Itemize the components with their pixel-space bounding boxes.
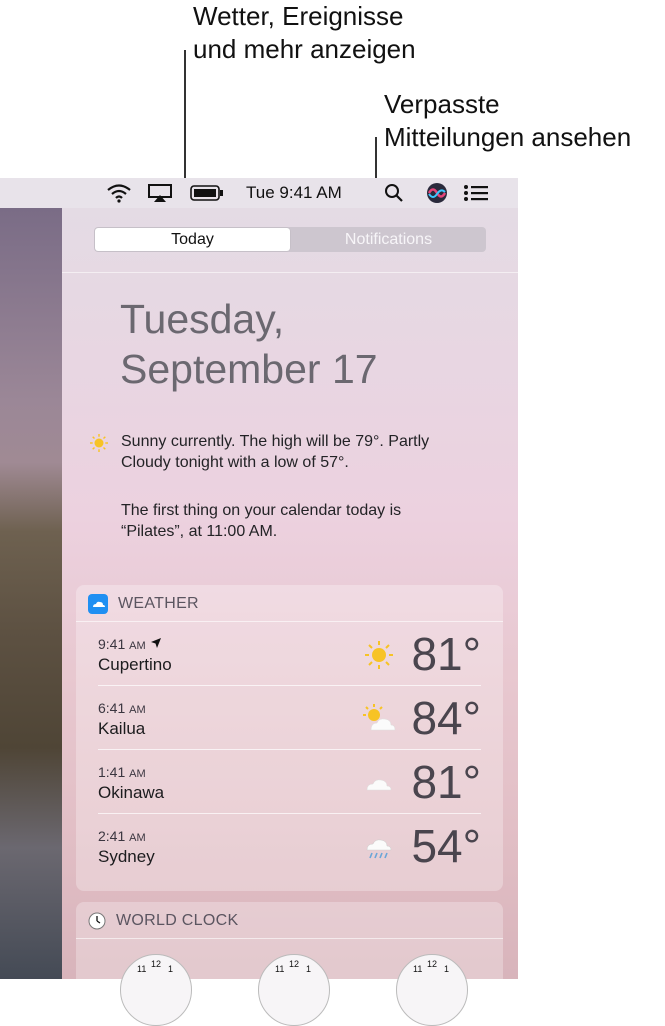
callout-notifications-line1: Verpasste bbox=[384, 89, 500, 119]
spotlight-search-icon[interactable] bbox=[384, 178, 404, 208]
date-weekday: Tuesday, bbox=[120, 296, 285, 342]
notification-center-icon[interactable] bbox=[463, 178, 489, 208]
location-arrow-icon bbox=[150, 638, 161, 648]
weather-row-time: 9:41 AM bbox=[98, 636, 162, 652]
weather-row-city: Okinawa bbox=[98, 783, 165, 802]
battery-icon[interactable] bbox=[190, 178, 224, 208]
desktop-wallpaper bbox=[0, 208, 62, 979]
weather-widget-header: WEATHER bbox=[88, 594, 199, 614]
callout-today-line2: und mehr anzeigen bbox=[193, 34, 416, 64]
wifi-icon[interactable] bbox=[106, 178, 132, 208]
date-month-day: September 17 bbox=[120, 346, 378, 392]
analog-clock: 11 12 1 bbox=[258, 954, 330, 1026]
weather-row-temperature: 84° bbox=[411, 692, 481, 744]
world-clock-header-divider bbox=[76, 938, 503, 939]
today-date: Tuesday, September 17 bbox=[120, 294, 378, 394]
tab-notifications[interactable]: Notifications bbox=[291, 227, 486, 252]
weather-row-time: 6:41 AM bbox=[98, 700, 146, 716]
header-divider bbox=[62, 272, 518, 273]
sun-icon bbox=[365, 641, 393, 669]
callout-today-line1: Wetter, Ereignisse bbox=[193, 1, 404, 31]
weather-row-time: 2:41 AM bbox=[98, 828, 146, 844]
callout-today-description: Wetter, Ereignisse und mehr anzeigen bbox=[193, 0, 416, 66]
analog-clock: 11 12 1 bbox=[396, 954, 468, 1026]
weather-row-temperature: 54° bbox=[411, 820, 481, 872]
menubar-clock[interactable]: Tue 9:41 AM bbox=[246, 178, 342, 208]
cloud-icon bbox=[366, 779, 392, 791]
world-clock-widget-header: WORLD CLOCK bbox=[88, 911, 238, 931]
sun-icon bbox=[90, 434, 108, 452]
menu-bar: Tue 9:41 AM bbox=[0, 178, 518, 208]
weather-row-temperature: 81° bbox=[411, 756, 481, 808]
weather-row-city: Cupertino bbox=[98, 655, 172, 674]
notification-center-panel: Today Notifications Tuesday, September 1… bbox=[62, 208, 518, 1026]
weather-row-city: Sydney bbox=[98, 847, 155, 866]
callout-notifications-line2: Mitteilungen ansehen bbox=[384, 122, 632, 152]
analog-clock: 11 12 1 bbox=[120, 954, 192, 1026]
weather-widget[interactable]: WEATHER 9:41 AM Cupertino 81° 6:41 AM Ka… bbox=[76, 585, 503, 891]
callout-notifications-description: Verpasste Mitteilungen ansehen bbox=[384, 88, 631, 154]
weather-app-icon bbox=[88, 594, 108, 614]
weather-row-city: Kailua bbox=[98, 719, 146, 738]
weather-row-temperature: 81° bbox=[411, 628, 481, 680]
weather-row[interactable]: 6:41 AM Kailua 84° bbox=[98, 686, 481, 750]
weather-row-time: 1:41 AM bbox=[98, 764, 146, 780]
weather-widget-title: WEATHER bbox=[118, 595, 199, 612]
clock-app-icon bbox=[88, 912, 106, 930]
siri-icon[interactable] bbox=[426, 178, 448, 208]
today-notifications-segmented-control: Today Notifications bbox=[94, 227, 486, 252]
weather-row[interactable]: 9:41 AM Cupertino 81° bbox=[98, 622, 481, 686]
weather-row[interactable]: 2:41 AM Sydney 54° bbox=[98, 814, 481, 878]
world-clock-widget-title: WORLD CLOCK bbox=[116, 912, 239, 929]
tab-today[interactable]: Today bbox=[95, 228, 290, 251]
weather-summary: Sunny currently. The high will be 79°. P… bbox=[121, 433, 430, 471]
airplay-icon[interactable] bbox=[147, 178, 173, 208]
rain-icon bbox=[366, 839, 392, 859]
weather-row[interactable]: 1:41 AM Okinawa 81° bbox=[98, 750, 481, 814]
partly-cloudy-icon bbox=[363, 704, 396, 731]
calendar-summary: The first thing on your calendar today i… bbox=[121, 502, 402, 540]
